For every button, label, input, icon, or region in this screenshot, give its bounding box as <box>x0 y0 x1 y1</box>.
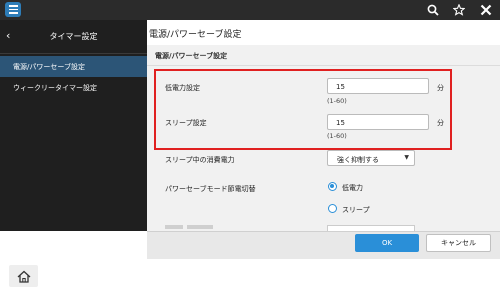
sleep-power-label: スリープ中の消費電力 <box>165 156 235 164</box>
bottom-bar <box>0 259 500 293</box>
menu-icon[interactable] <box>5 2 21 17</box>
sidebar-title: タイマー設定 <box>49 32 98 41</box>
cancel-button[interactable]: キャンセル <box>426 234 491 252</box>
power-save-mode-label: パワーセーブモード節電切替 <box>165 185 256 193</box>
radio-low-power-label: 低電力 <box>342 184 363 192</box>
sidebar-item-power-save[interactable]: 電源/パワーセーブ設定 <box>0 56 147 77</box>
ok-button[interactable]: OK <box>355 234 419 252</box>
sleep-power-selected: 強く抑制する <box>337 156 379 164</box>
sidebar-header: ‹ タイマー設定 <box>0 20 147 54</box>
section-header: 電源/パワーセーブ設定 <box>147 46 500 66</box>
star-icon[interactable] <box>451 2 467 18</box>
sidebar-item-label: 電源/パワーセーブ設定 <box>13 62 85 71</box>
search-icon[interactable] <box>425 2 441 18</box>
page-title-bar: 電源/パワーセーブ設定 <box>147 20 500 45</box>
chevron-down-icon: ▼ <box>404 154 409 161</box>
tools-icon[interactable] <box>478 2 494 18</box>
highlight-box <box>154 69 452 150</box>
radio-sleep-label: スリープ <box>342 206 370 214</box>
section-title: 電源/パワーセーブ設定 <box>155 52 228 60</box>
sidebar-item-weekly-timer[interactable]: ウィークリータイマー設定 <box>0 77 147 98</box>
radio-low-power[interactable] <box>328 182 337 191</box>
radio-sleep[interactable] <box>328 204 337 213</box>
home-icon[interactable] <box>9 265 38 287</box>
page-title: 電源/パワーセーブ設定 <box>149 30 242 40</box>
sidebar: ‹ タイマー設定 電源/パワーセーブ設定 ウィークリータイマー設定 <box>0 20 147 231</box>
sidebar-item-label: ウィークリータイマー設定 <box>13 83 97 92</box>
sleep-power-select[interactable]: 強く抑制する ▼ <box>327 150 415 166</box>
